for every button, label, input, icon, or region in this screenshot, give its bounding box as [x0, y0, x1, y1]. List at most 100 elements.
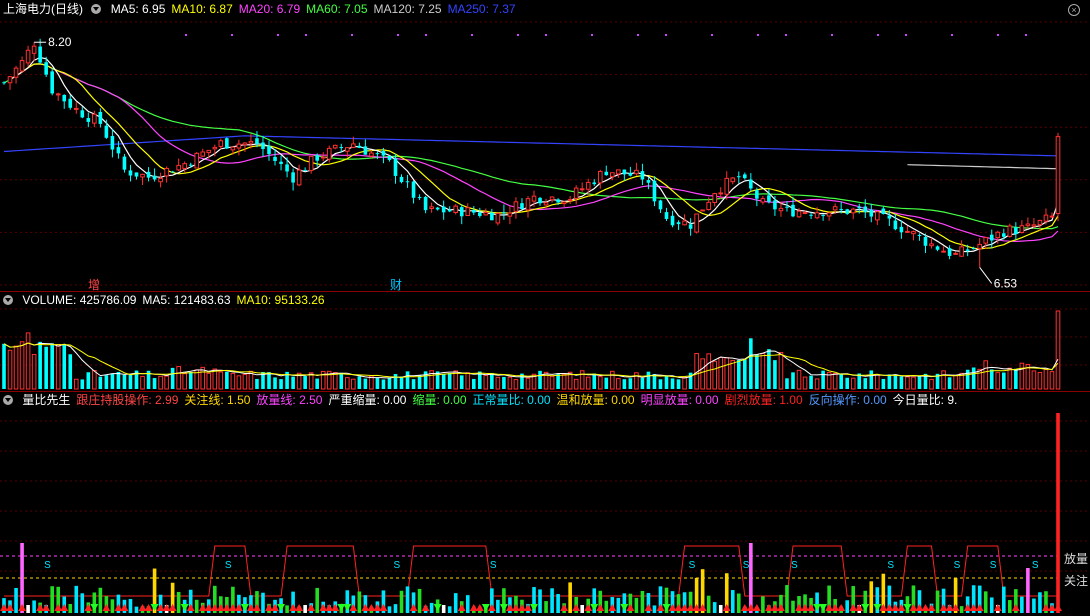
signal-dot: [351, 34, 353, 36]
volume-bar: [887, 374, 892, 389]
volume-ratio-bar: [1056, 413, 1060, 613]
volume-bar: [724, 357, 730, 390]
volume-ratio-bar: [634, 597, 639, 613]
volume-bar: [38, 341, 42, 389]
candle: [25, 45, 31, 67]
volume-ratio-bar: [393, 604, 398, 613]
candle: [357, 142, 362, 149]
signal-dot: [231, 34, 233, 36]
candle: [363, 139, 368, 155]
volume-bar: [122, 374, 127, 389]
volume-bar: [2, 343, 6, 389]
volume-ratio-bar: [405, 586, 410, 613]
volume-ratio-bar: [959, 606, 964, 613]
candle: [809, 212, 813, 220]
candle: [399, 174, 404, 184]
volume-bar: [242, 373, 248, 390]
signal-dot: [757, 34, 759, 36]
buy-arrow-icon: [572, 604, 581, 611]
volume-ratio-bar: [128, 598, 133, 613]
candle: [296, 164, 302, 187]
volume-panel[interactable]: VOLUME: 425786.09 MA5: 121483.63 MA10: 951…: [0, 291, 1090, 391]
volume-bar: [917, 376, 922, 389]
candle: [730, 176, 736, 185]
volume-bar: [164, 375, 169, 390]
volume-bar: [628, 378, 633, 389]
candle: [158, 172, 163, 188]
buy-arrow-icon: [295, 604, 304, 611]
volume-bar: [50, 343, 54, 389]
volume-ratio-bar: [712, 602, 717, 613]
volume-bar: [176, 366, 181, 390]
volume-ratio-bar: [761, 596, 765, 613]
volume-ratio-bar: [1038, 592, 1042, 613]
volume-bar: [1049, 371, 1055, 390]
volume-bar: [755, 354, 759, 389]
volume-chart[interactable]: [0, 291, 1090, 391]
candle: [749, 173, 753, 192]
volume-bar: [947, 377, 952, 389]
buy-arrow-icon: [975, 604, 984, 611]
volume-bar: [73, 378, 79, 390]
indicator-panel[interactable]: 量比先生 跟庄持股操作: 2.99 关注线: 1.50 放量线: 2.50 严重缩量: …: [0, 391, 1090, 616]
signal-dot: [545, 34, 547, 36]
candle: [261, 136, 265, 157]
candle: [646, 176, 651, 190]
price-panel[interactable]: 上海电力(日线) MA5: 6.95 MA10: 6.87 MA20: 6.79 MA…: [0, 0, 1090, 292]
volume-bar: [869, 370, 874, 389]
volume-bar: [682, 376, 687, 390]
buy-arrow-icon: [252, 604, 261, 611]
candle: [983, 236, 989, 250]
volume-bar: [573, 378, 579, 390]
volume-ratio-bar: [261, 592, 265, 613]
candle: [863, 199, 868, 218]
indicator-chart[interactable]: SSSSSSSSSSS: [0, 391, 1090, 616]
volume-bar: [579, 370, 585, 390]
s-signal-marker: S: [1032, 560, 1039, 571]
candle: [911, 230, 916, 241]
candle: [291, 168, 295, 191]
volume-ratio-bar: [1026, 568, 1030, 613]
volume-ratio-bar: [417, 588, 422, 613]
volume-ratio-bar: [441, 605, 446, 613]
volume-bar: [1014, 368, 1018, 389]
candle: [405, 174, 410, 188]
volume-bar: [393, 374, 398, 389]
s-signal-marker: S: [990, 560, 997, 571]
candle: [122, 153, 127, 173]
volume-ratio-bar: [1032, 598, 1036, 613]
buy-arrow-icon: [102, 604, 111, 611]
candle: [688, 218, 693, 236]
signal-dot: [905, 34, 907, 36]
volume-bar: [791, 372, 795, 389]
volume-bar: [646, 371, 651, 389]
candle: [579, 182, 585, 192]
volume-ratio-bar: [568, 582, 572, 613]
candle: [417, 194, 422, 201]
volume-bar: [465, 372, 471, 390]
volume-bar: [749, 338, 753, 389]
volume-bar: [875, 374, 880, 390]
volume-ratio-bar: [869, 581, 874, 613]
ma120-line: [907, 164, 1059, 170]
volume-ma10-line: [3, 342, 1059, 378]
buy-arrow-icon: [752, 604, 761, 611]
volume-ratio-bar: [20, 543, 24, 613]
volume-bar: [585, 376, 591, 390]
volume-bar: [158, 375, 163, 390]
candlestick-chart[interactable]: 8.20 6.53: [0, 0, 1090, 291]
s-signal-marker: S: [791, 560, 798, 571]
candle: [549, 196, 555, 203]
volume-bar: [670, 378, 675, 389]
volume-bar: [1007, 367, 1013, 390]
volume-bar: [893, 374, 898, 389]
signal-dot: [305, 34, 307, 36]
volume-bar: [616, 378, 621, 390]
buy-arrow-icon: [927, 604, 936, 611]
volume-bar: [212, 368, 218, 390]
volume-bar: [1043, 368, 1049, 390]
candle: [267, 140, 271, 161]
buy-arrow-icon: [120, 604, 129, 611]
candle: [225, 137, 229, 150]
volume-bar: [905, 376, 910, 390]
